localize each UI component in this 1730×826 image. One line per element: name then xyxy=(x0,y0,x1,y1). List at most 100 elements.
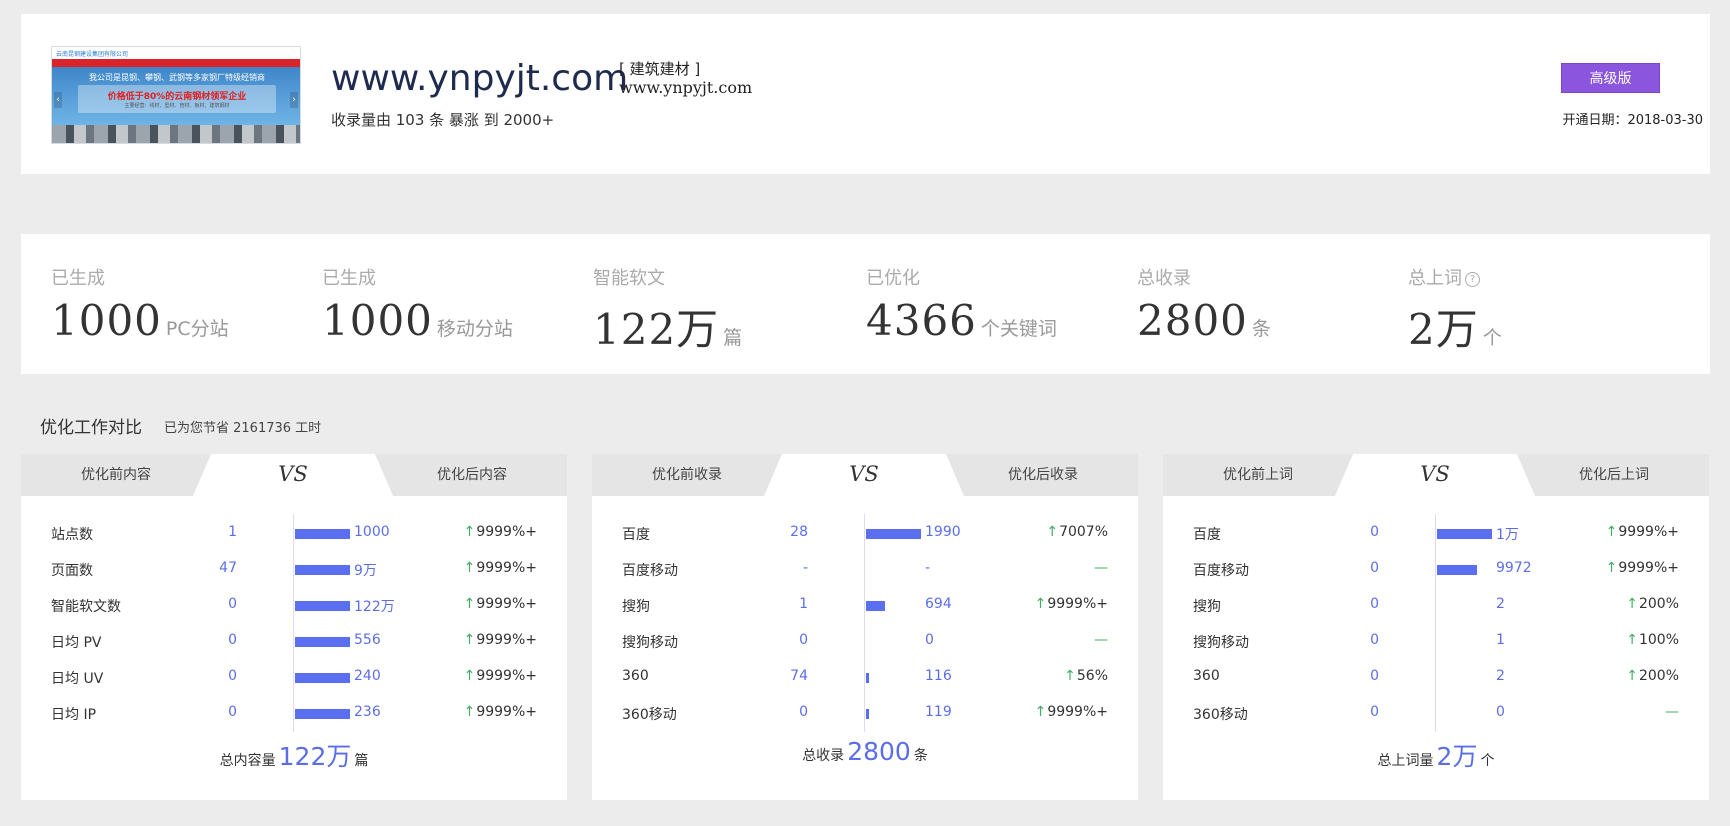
row-label: 日均 PV xyxy=(51,635,102,651)
tab-after[interactable]: 优化后上词 xyxy=(1519,454,1709,496)
divider-line xyxy=(1435,514,1436,732)
compare-row: 百度移动 - - — xyxy=(592,560,1138,580)
stat-articles: 智能软文 122万篇 xyxy=(593,264,742,357)
row-growth: ↑9999%+ xyxy=(464,524,537,540)
row-bar xyxy=(1437,529,1492,539)
row-label: 站点数 xyxy=(51,527,93,543)
stat-pc-sites: 已生成 1000 PC分站 xyxy=(51,264,229,345)
stat-value: 2800 xyxy=(1137,296,1248,345)
compare-row: 百度 0 1万 ↑9999%+ xyxy=(1163,524,1709,544)
row-after-value: 0 xyxy=(925,632,934,648)
stat-label: 总收录 xyxy=(1137,268,1191,289)
row-label: 360移动 xyxy=(1193,707,1248,723)
stat-unit: 个 xyxy=(1482,327,1502,349)
site-header-card: 云南昆钢建设集团有限公司 我公司是昆钢、攀钢、武钢等多家钢厂特级经销商 价格低于… xyxy=(21,14,1710,174)
row-growth: ↑9999%+ xyxy=(1035,596,1108,612)
banner-company: 云南昆钢建设集团有限公司 xyxy=(52,47,300,59)
row-after-value: 1万 xyxy=(1496,527,1519,543)
row-after-value: 694 xyxy=(925,596,952,612)
arrow-up-icon: ↑ xyxy=(1605,560,1618,576)
row-bar xyxy=(866,673,869,683)
question-icon[interactable]: ? xyxy=(1465,272,1480,287)
compare-row: 搜狗移动 0 1 ↑100% xyxy=(1163,632,1709,652)
row-growth: — xyxy=(1094,632,1108,648)
compare-row: 搜狗移动 0 0 — xyxy=(592,632,1138,652)
panel-tabs: 优化前上词 优化后上词 VS xyxy=(1163,454,1709,496)
compare-row: 360移动 0 119 ↑9999%+ xyxy=(592,704,1138,724)
stat-unit: PC分站 xyxy=(165,318,229,340)
site-category: [ 建筑建材 ] xyxy=(619,60,701,78)
compare-row: 搜狗 1 694 ↑9999%+ xyxy=(592,596,1138,616)
row-after-value: 122万 xyxy=(354,599,395,615)
row-growth: ↑100% xyxy=(1626,632,1679,648)
growth-value: 200% xyxy=(1638,596,1679,612)
row-growth: — xyxy=(1665,704,1679,720)
row-label: 百度 xyxy=(1193,527,1221,543)
banner-line2: 价格低于80%的云南钢材领军企业 xyxy=(107,92,247,102)
row-bar xyxy=(295,565,350,575)
growth-value: 9999%+ xyxy=(476,668,537,684)
compare-row: 日均 UV 0 240 ↑9999%+ xyxy=(21,668,567,688)
tab-after[interactable]: 优化后收录 xyxy=(948,454,1138,496)
growth-value: 9999%+ xyxy=(1618,560,1679,576)
banner-nav xyxy=(52,59,300,67)
growth-dash: — xyxy=(1665,704,1679,720)
row-before-value: 0 xyxy=(1370,632,1379,648)
panel-total: 总上词量 2万个 xyxy=(1163,737,1709,773)
row-label: 智能软文数 xyxy=(51,599,121,615)
total-unit: 个 xyxy=(1480,753,1495,769)
row-growth: ↑56% xyxy=(1064,668,1108,684)
row-before-value: 1 xyxy=(228,524,237,540)
vs-label: VS xyxy=(278,462,308,486)
banner-prev-icon[interactable]: ‹ xyxy=(54,92,62,108)
site-banner-image[interactable]: 云南昆钢建设集团有限公司 我公司是昆钢、攀钢、武钢等多家钢厂特级经销商 价格低于… xyxy=(51,46,301,144)
row-bar xyxy=(295,529,350,539)
panel-tabs: 优化前内容 优化后内容 VS xyxy=(21,454,567,496)
divider-line xyxy=(293,514,294,732)
row-growth: ↑200% xyxy=(1626,668,1679,684)
row-before-value: 74 xyxy=(790,668,808,684)
row-after-value: 1 xyxy=(1496,632,1505,648)
compare-row: 搜狗 0 2 ↑200% xyxy=(1163,596,1709,616)
stat-label: 已生成 xyxy=(51,268,105,289)
row-growth: ↑9999%+ xyxy=(464,632,537,648)
row-after-value: 119 xyxy=(925,704,952,720)
banner-hero: 我公司是昆钢、攀钢、武钢等多家钢厂特级经销商 价格低于80%的云南钢材领军企业 … xyxy=(52,67,300,125)
row-before-value: 0 xyxy=(228,596,237,612)
row-before-value: 0 xyxy=(1370,524,1379,540)
tab-before[interactable]: 优化前收录 xyxy=(592,454,782,496)
total-label: 总收录 xyxy=(802,748,845,764)
compare-row: 日均 IP 0 236 ↑9999%+ xyxy=(21,704,567,724)
row-before-value: 0 xyxy=(799,632,808,648)
row-growth: ↑7007% xyxy=(1046,524,1108,540)
row-after-value: 1000 xyxy=(354,524,390,540)
row-before-value: 0 xyxy=(799,704,808,720)
tab-before[interactable]: 优化前上词 xyxy=(1163,454,1353,496)
site-domain-sub: www.ynpyjt.com xyxy=(619,78,753,97)
row-after-value: 240 xyxy=(354,668,381,684)
vs-tab: VS xyxy=(1335,454,1535,496)
stat-value: 4366 xyxy=(866,296,977,345)
growth-value: 9999%+ xyxy=(476,704,537,720)
arrow-up-icon: ↑ xyxy=(1626,632,1638,648)
panel-content-compare: 优化前内容 优化后内容 VS 站点数 1 1000 ↑9999%+ 页面数 47 9万 ↑9999%… xyxy=(21,454,567,800)
site-domain: www.ynpyjt.com xyxy=(331,58,629,99)
stat-keywords: 已优化 4366 个关键词 xyxy=(866,264,1057,345)
tab-after[interactable]: 优化后内容 xyxy=(377,454,567,496)
divider-line xyxy=(864,514,865,732)
row-before-value: - xyxy=(802,560,808,576)
arrow-up-icon: ↑ xyxy=(1034,596,1047,612)
row-bar xyxy=(295,637,350,647)
stat-label-text: 总上词 xyxy=(1408,268,1462,289)
tab-before[interactable]: 优化前内容 xyxy=(21,454,211,496)
stat-label: 已生成 xyxy=(322,268,376,289)
row-before-value: 0 xyxy=(228,632,237,648)
arrow-up-icon: ↑ xyxy=(463,704,476,720)
vs-label: VS xyxy=(1420,462,1450,486)
version-button[interactable]: 高级版 xyxy=(1561,63,1660,93)
arrow-up-icon: ↑ xyxy=(463,632,476,648)
compare-row: 页面数 47 9万 ↑9999%+ xyxy=(21,560,567,580)
open-date: 开通日期：2018-03-30 xyxy=(1562,113,1703,128)
row-after-value: 2 xyxy=(1496,668,1505,684)
banner-next-icon[interactable]: › xyxy=(290,92,298,108)
